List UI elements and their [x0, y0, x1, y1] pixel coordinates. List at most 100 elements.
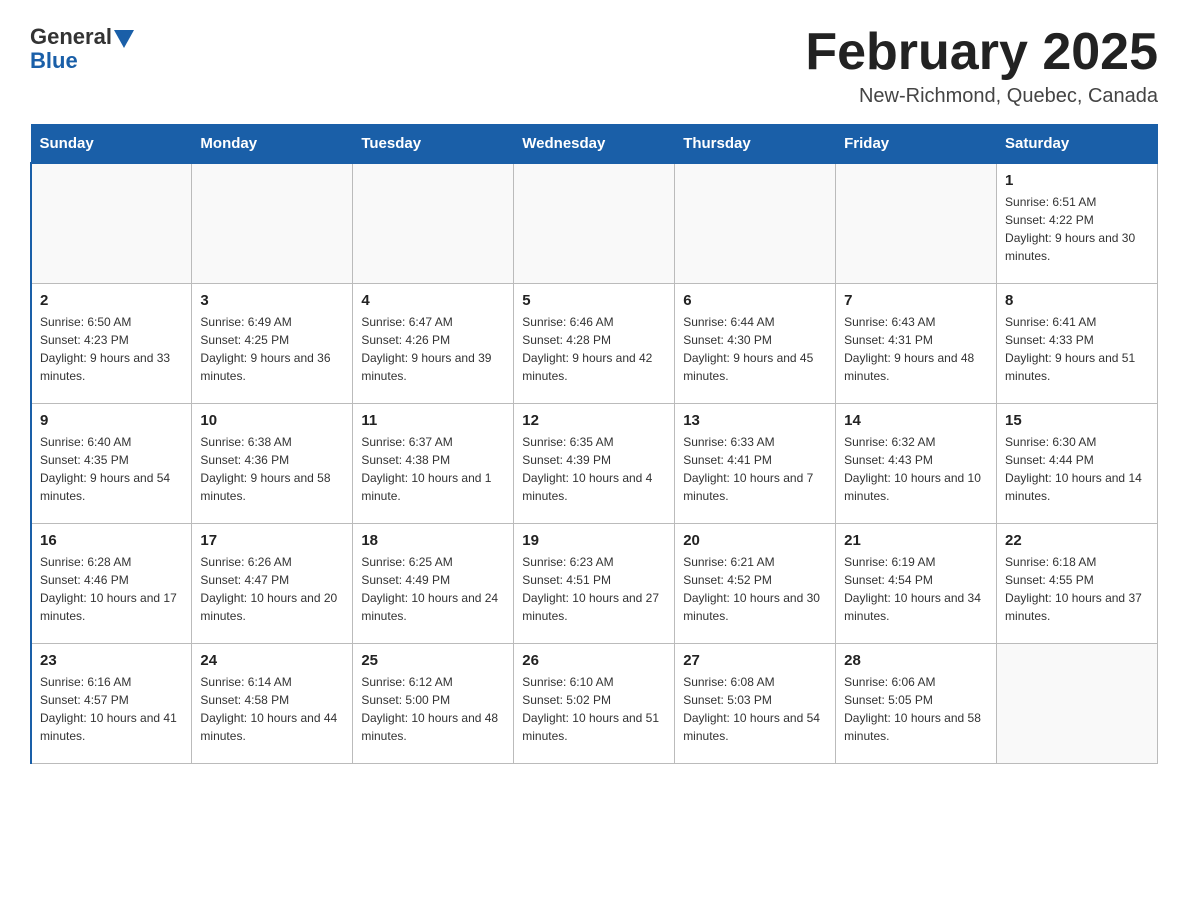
- day-number: 22: [1005, 532, 1149, 549]
- day-info: Sunrise: 6:35 AMSunset: 4:39 PMDaylight:…: [522, 433, 666, 505]
- weekday-header-sunday: Sunday: [31, 125, 192, 164]
- day-info: Sunrise: 6:23 AMSunset: 4:51 PMDaylight:…: [522, 553, 666, 625]
- day-number: 24: [200, 652, 344, 669]
- day-number: 12: [522, 412, 666, 429]
- calendar-day-cell: 5 Sunrise: 6:46 AMSunset: 4:28 PMDaylight…: [514, 283, 675, 403]
- day-info: Sunrise: 6:08 AMSunset: 5:03 PMDaylight:…: [683, 673, 827, 745]
- calendar-day-cell: 19 Sunrise: 6:23 AMSunset: 4:51 PMDayligh…: [514, 523, 675, 643]
- calendar-day-cell: [31, 163, 192, 283]
- day-number: 5: [522, 292, 666, 309]
- calendar-week-row: 23 Sunrise: 6:16 AMSunset: 4:57 PMDayligh…: [31, 643, 1158, 763]
- calendar-day-cell: 11Sunrise: 6:37 AMSunset: 4:38 PMDayligh…: [353, 403, 514, 523]
- day-number: 23: [40, 652, 183, 669]
- day-info: Sunrise: 6:32 AMSunset: 4:43 PMDaylight:…: [844, 433, 988, 505]
- calendar-day-cell: 25 Sunrise: 6:12 AMSunset: 5:00 PMDayligh…: [353, 643, 514, 763]
- day-info: Sunrise: 6:33 AMSunset: 4:41 PMDaylight:…: [683, 433, 827, 505]
- day-info: Sunrise: 6:28 AMSunset: 4:46 PMDaylight:…: [40, 553, 183, 625]
- day-number: 3: [200, 292, 344, 309]
- calendar-day-cell: 9Sunrise: 6:40 AMSunset: 4:35 PMDaylight…: [31, 403, 192, 523]
- weekday-header-saturday: Saturday: [997, 125, 1158, 164]
- calendar-day-cell: [514, 163, 675, 283]
- day-number: 14: [844, 412, 988, 429]
- calendar-day-cell: 24 Sunrise: 6:14 AMSunset: 4:58 PMDayligh…: [192, 643, 353, 763]
- day-number: 7: [844, 292, 988, 309]
- logo-blue-text: Blue: [30, 48, 78, 74]
- calendar-day-cell: [353, 163, 514, 283]
- day-info: Sunrise: 6:26 AMSunset: 4:47 PMDaylight:…: [200, 553, 344, 625]
- day-info: Sunrise: 6:41 AMSunset: 4:33 PMDaylight:…: [1005, 313, 1149, 385]
- day-info: Sunrise: 6:51 AMSunset: 4:22 PMDaylight:…: [1005, 193, 1149, 265]
- day-number: 25: [361, 652, 505, 669]
- day-info: Sunrise: 6:38 AMSunset: 4:36 PMDaylight:…: [200, 433, 344, 505]
- day-info: Sunrise: 6:16 AMSunset: 4:57 PMDaylight:…: [40, 673, 183, 745]
- day-info: Sunrise: 6:12 AMSunset: 5:00 PMDaylight:…: [361, 673, 505, 745]
- calendar-day-cell: 3 Sunrise: 6:49 AMSunset: 4:25 PMDaylight…: [192, 283, 353, 403]
- day-number: 10: [200, 412, 344, 429]
- calendar-table: SundayMondayTuesdayWednesdayThursdayFrid…: [30, 124, 1158, 764]
- day-number: 26: [522, 652, 666, 669]
- day-info: Sunrise: 6:25 AMSunset: 4:49 PMDaylight:…: [361, 553, 505, 625]
- day-number: 1: [1005, 172, 1149, 189]
- day-info: Sunrise: 6:21 AMSunset: 4:52 PMDaylight:…: [683, 553, 827, 625]
- calendar-day-cell: 13Sunrise: 6:33 AMSunset: 4:41 PMDayligh…: [675, 403, 836, 523]
- weekday-header-thursday: Thursday: [675, 125, 836, 164]
- calendar-day-cell: 10 Sunrise: 6:38 AMSunset: 4:36 PMDayligh…: [192, 403, 353, 523]
- calendar-day-cell: 28 Sunrise: 6:06 AMSunset: 5:05 PMDayligh…: [836, 643, 997, 763]
- weekday-header-monday: Monday: [192, 125, 353, 164]
- page-header: General Blue February 2025 New-Richmond,…: [30, 24, 1158, 108]
- weekday-header-row: SundayMondayTuesdayWednesdayThursdayFrid…: [31, 125, 1158, 164]
- calendar-day-cell: [997, 643, 1158, 763]
- calendar-week-row: 2 Sunrise: 6:50 AMSunset: 4:23 PMDaylight…: [31, 283, 1158, 403]
- day-info: Sunrise: 6:44 AMSunset: 4:30 PMDaylight:…: [683, 313, 827, 385]
- day-info: Sunrise: 6:10 AMSunset: 5:02 PMDaylight:…: [522, 673, 666, 745]
- day-number: 20: [683, 532, 827, 549]
- day-info: Sunrise: 6:06 AMSunset: 5:05 PMDaylight:…: [844, 673, 988, 745]
- day-number: 18: [361, 532, 505, 549]
- calendar-week-row: 16 Sunrise: 6:28 AMSunset: 4:46 PMDayligh…: [31, 523, 1158, 643]
- calendar-day-cell: 16 Sunrise: 6:28 AMSunset: 4:46 PMDayligh…: [31, 523, 192, 643]
- calendar-day-cell: 8 Sunrise: 6:41 AMSunset: 4:33 PMDaylight…: [997, 283, 1158, 403]
- weekday-header-tuesday: Tuesday: [353, 125, 514, 164]
- day-info: Sunrise: 6:14 AMSunset: 4:58 PMDaylight:…: [200, 673, 344, 745]
- calendar-day-cell: [675, 163, 836, 283]
- logo-triangle-icon: [114, 30, 134, 48]
- day-number: 28: [844, 652, 988, 669]
- day-number: 21: [844, 532, 988, 549]
- day-number: 2: [40, 292, 183, 309]
- day-number: 16: [40, 532, 183, 549]
- day-number: 19: [522, 532, 666, 549]
- weekday-header-wednesday: Wednesday: [514, 125, 675, 164]
- calendar-day-cell: 4Sunrise: 6:47 AMSunset: 4:26 PMDaylight…: [353, 283, 514, 403]
- logo-general-text: General: [30, 24, 112, 50]
- calendar-day-cell: 18 Sunrise: 6:25 AMSunset: 4:49 PMDayligh…: [353, 523, 514, 643]
- day-info: Sunrise: 6:37 AMSunset: 4:38 PMDaylight:…: [361, 433, 505, 505]
- logo: General Blue: [30, 24, 134, 74]
- day-number: 15: [1005, 412, 1149, 429]
- day-info: Sunrise: 6:43 AMSunset: 4:31 PMDaylight:…: [844, 313, 988, 385]
- calendar-day-cell: 15Sunrise: 6:30 AMSunset: 4:44 PMDayligh…: [997, 403, 1158, 523]
- day-info: Sunrise: 6:47 AMSunset: 4:26 PMDaylight:…: [361, 313, 505, 385]
- calendar-day-cell: 1 Sunrise: 6:51 AMSunset: 4:22 PMDaylight…: [997, 163, 1158, 283]
- calendar-day-cell: 17Sunrise: 6:26 AMSunset: 4:47 PMDayligh…: [192, 523, 353, 643]
- day-number: 8: [1005, 292, 1149, 309]
- day-info: Sunrise: 6:40 AMSunset: 4:35 PMDaylight:…: [40, 433, 183, 505]
- day-info: Sunrise: 6:49 AMSunset: 4:25 PMDaylight:…: [200, 313, 344, 385]
- calendar-day-cell: [192, 163, 353, 283]
- calendar-day-cell: [836, 163, 997, 283]
- day-info: Sunrise: 6:46 AMSunset: 4:28 PMDaylight:…: [522, 313, 666, 385]
- title-block: February 2025 New-Richmond, Quebec, Cana…: [805, 24, 1158, 108]
- day-info: Sunrise: 6:19 AMSunset: 4:54 PMDaylight:…: [844, 553, 988, 625]
- calendar-title: February 2025: [805, 24, 1158, 81]
- weekday-header-friday: Friday: [836, 125, 997, 164]
- calendar-day-cell: 22 Sunrise: 6:18 AMSunset: 4:55 PMDayligh…: [997, 523, 1158, 643]
- calendar-day-cell: 12 Sunrise: 6:35 AMSunset: 4:39 PMDayligh…: [514, 403, 675, 523]
- calendar-day-cell: 14 Sunrise: 6:32 AMSunset: 4:43 PMDayligh…: [836, 403, 997, 523]
- day-info: Sunrise: 6:18 AMSunset: 4:55 PMDaylight:…: [1005, 553, 1149, 625]
- calendar-day-cell: 21 Sunrise: 6:19 AMSunset: 4:54 PMDayligh…: [836, 523, 997, 643]
- calendar-subtitle: New-Richmond, Quebec, Canada: [805, 85, 1158, 108]
- day-info: Sunrise: 6:50 AMSunset: 4:23 PMDaylight:…: [40, 313, 183, 385]
- day-number: 27: [683, 652, 827, 669]
- calendar-week-row: 9Sunrise: 6:40 AMSunset: 4:35 PMDaylight…: [31, 403, 1158, 523]
- calendar-day-cell: 23 Sunrise: 6:16 AMSunset: 4:57 PMDayligh…: [31, 643, 192, 763]
- calendar-day-cell: 27 Sunrise: 6:08 AMSunset: 5:03 PMDayligh…: [675, 643, 836, 763]
